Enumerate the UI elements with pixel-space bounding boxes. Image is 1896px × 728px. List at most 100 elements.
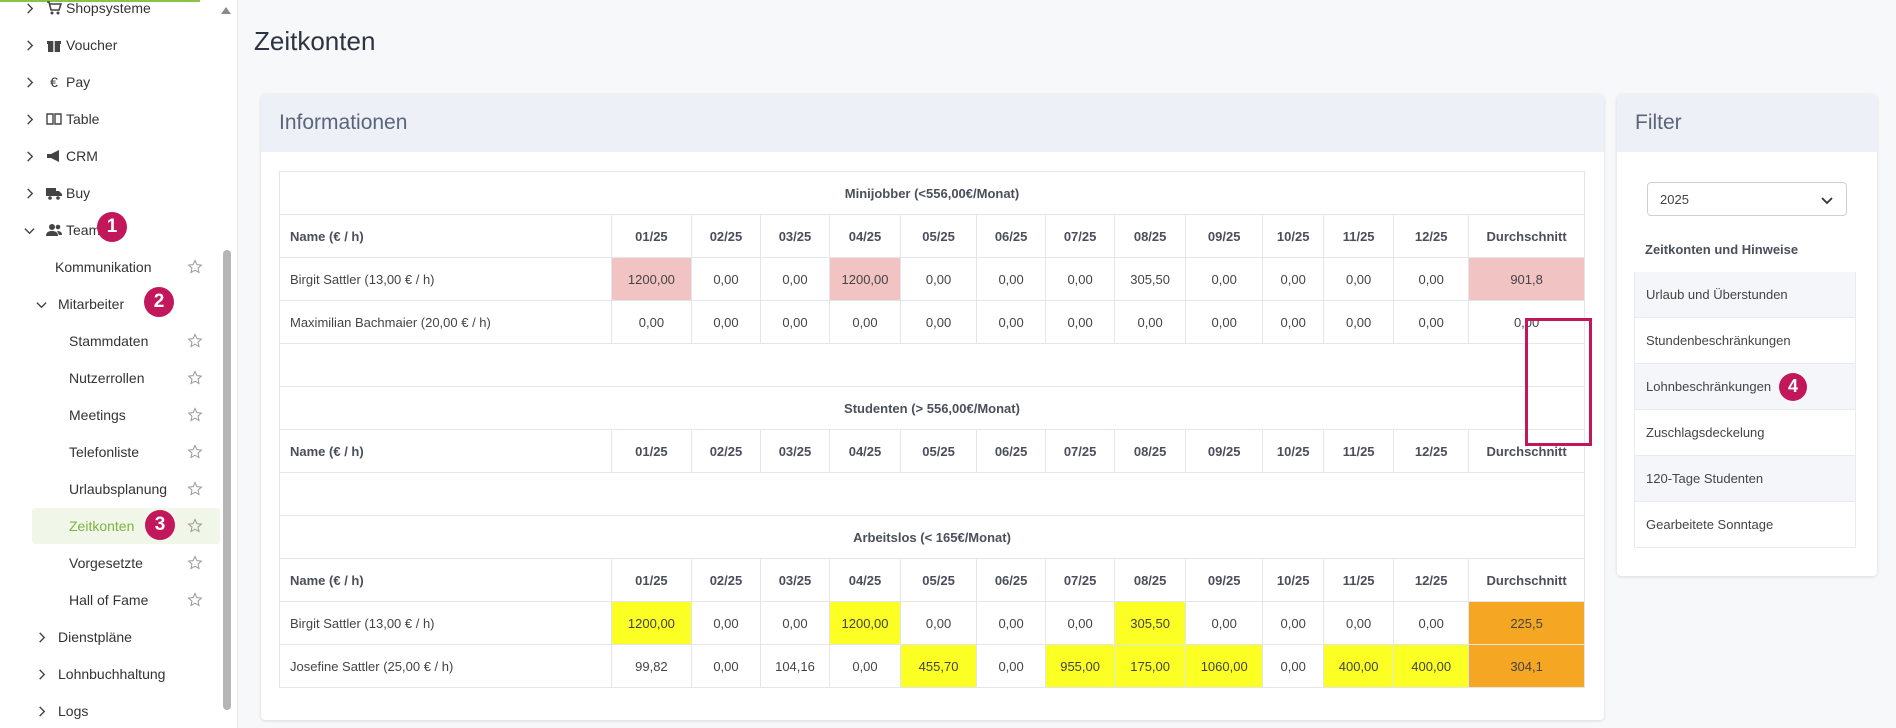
filter-item-stundenbeschraenkungen[interactable]: Stundenbeschränkungen xyxy=(1634,318,1856,364)
month-value: 0,00 xyxy=(976,257,1047,301)
header-row: Name (€ / h) 01/25 02/25 03/25 04/25 05/25 06/… xyxy=(279,558,1585,602)
chevron-right-icon xyxy=(22,38,36,52)
sidebar-item-label: Voucher xyxy=(66,37,118,53)
star-icon[interactable] xyxy=(187,370,203,386)
year-select[interactable]: 2025 xyxy=(1647,182,1847,216)
filter-item-zuschlagsdeckelung[interactable]: Zuschlagsdeckelung xyxy=(1634,410,1856,456)
sidebar-item-nutzerrollen[interactable]: Nutzerrollen xyxy=(69,363,144,393)
column-header-month: 08/25 xyxy=(1114,429,1187,473)
star-icon[interactable] xyxy=(187,259,203,275)
section-title-row: Studenten (> 556,00€/Monat) xyxy=(279,386,1585,430)
chevron-down-icon xyxy=(34,297,48,311)
employee-name: Birgit Sattler (13,00 € / h) xyxy=(279,601,612,645)
star-icon[interactable] xyxy=(187,444,203,460)
month-value: 0,00 xyxy=(1185,257,1264,301)
sidebar-item-shopsysteme[interactable]: Shopsysteme xyxy=(22,0,151,23)
informationen-title: Informationen xyxy=(261,94,1604,152)
column-header-name: Name (€ / h) xyxy=(279,429,612,473)
column-header-average: Durchschnitt xyxy=(1468,214,1585,258)
star-icon[interactable] xyxy=(187,481,203,497)
month-value: 0,00 xyxy=(690,601,761,645)
section-title-row: Arbeitslos (< 165€/Monat) xyxy=(279,515,1585,559)
sidebar-item-team[interactable]: Team xyxy=(22,215,100,245)
month-value: 0,00 xyxy=(1045,257,1116,301)
sidebar-item-kommunikation[interactable]: Kommunikation xyxy=(55,252,152,282)
sidebar-item-urlaubsplanung[interactable]: Urlaubsplanung xyxy=(69,474,167,504)
cart-icon xyxy=(46,0,62,16)
column-header-month: 10/25 xyxy=(1262,558,1325,602)
sidebar-item-mitarbeiter[interactable]: Mitarbeiter xyxy=(34,289,124,319)
month-value: 0,00 xyxy=(690,644,761,688)
sidebar-item-zeitkonten[interactable]: Zeitkonten xyxy=(69,511,134,541)
column-header-month: 11/25 xyxy=(1323,429,1395,473)
month-value: 305,50 xyxy=(1114,257,1187,301)
star-icon[interactable] xyxy=(187,333,203,349)
column-header-month: 04/25 xyxy=(828,558,902,602)
filter-item-zeitkonten-und-hinweise[interactable]: Zeitkonten und Hinweise xyxy=(1634,226,1856,272)
month-value: 400,00 xyxy=(1393,644,1470,688)
filter-item-gearbeitete-sonntage[interactable]: Gearbeitete Sonntage xyxy=(1634,502,1856,548)
column-header-month: 08/25 xyxy=(1114,214,1187,258)
sidebar-item-pay[interactable]: € Pay xyxy=(22,67,90,97)
column-header-month: 04/25 xyxy=(828,214,902,258)
column-header-month: 01/25 xyxy=(610,429,692,473)
star-icon[interactable] xyxy=(187,592,203,608)
column-header-name: Name (€ / h) xyxy=(279,558,612,602)
sidebar-item-table[interactable]: Table xyxy=(22,104,99,134)
sidebar-item-stammdaten[interactable]: Stammdaten xyxy=(69,326,148,356)
sidebar-item-label: Shopsysteme xyxy=(66,0,151,16)
megaphone-icon xyxy=(46,148,62,164)
star-icon[interactable] xyxy=(187,518,203,534)
table-row: Josefine Sattler (25,00 € / h) 99,82 0,00 1… xyxy=(279,644,1585,688)
filter-item-lohnbeschraenkungen[interactable]: Lohnbeschränkungen 4 xyxy=(1634,364,1856,410)
average-value: 225,5 xyxy=(1468,601,1585,645)
book-icon xyxy=(46,111,62,127)
sidebar-item-lohnbuchhaltung[interactable]: Lohnbuchhaltung xyxy=(34,659,165,689)
chevron-right-icon xyxy=(34,630,48,644)
truck-icon xyxy=(46,185,62,201)
sidebar-item-voucher[interactable]: Voucher xyxy=(22,30,117,60)
sidebar-item-vorgesetzte[interactable]: Vorgesetzte xyxy=(69,548,143,578)
month-value: 0,00 xyxy=(610,300,692,344)
column-header-month: 10/25 xyxy=(1262,429,1325,473)
column-header-month: 12/25 xyxy=(1393,214,1470,258)
column-header-month: 11/25 xyxy=(1323,558,1395,602)
filter-item-120-tage-studenten[interactable]: 120-Tage Studenten xyxy=(1634,456,1856,502)
sidebar-item-label: Table xyxy=(66,111,100,127)
filter-item-urlaub-und-ueberstunden[interactable]: Urlaub und Überstunden xyxy=(1634,272,1856,318)
column-header-month: 12/25 xyxy=(1393,429,1470,473)
sidebar-item-hall-of-fame[interactable]: Hall of Fame xyxy=(69,585,148,615)
header-row: Name (€ / h) 01/25 02/25 03/25 04/25 05/25 06/… xyxy=(279,214,1585,258)
month-value: 1200,00 xyxy=(610,601,692,645)
table-row: Birgit Sattler (13,00 € / h) 1200,00 0,00 0… xyxy=(279,601,1585,645)
chevron-right-icon xyxy=(34,704,48,718)
sidebar-item-logs[interactable]: Logs xyxy=(34,696,88,726)
column-header-month: 02/25 xyxy=(690,558,761,602)
employee-name: Josefine Sattler (25,00 € / h) xyxy=(279,644,612,688)
filter-card: Filter 2025 Zeitkonten und Hinweise Urla… xyxy=(1617,94,1877,576)
header-row: Name (€ / h) 01/25 02/25 03/25 04/25 05/25 06/… xyxy=(279,429,1585,473)
month-value: 0,00 xyxy=(759,257,830,301)
chevron-down-icon xyxy=(1820,193,1834,207)
chevron-down-icon xyxy=(22,223,36,237)
star-icon[interactable] xyxy=(187,407,203,423)
month-value: 0,00 xyxy=(759,300,830,344)
star-icon[interactable] xyxy=(187,555,203,571)
sidebar-item-crm[interactable]: CRM xyxy=(22,141,98,171)
section-title: Arbeitslos (< 165€/Monat) xyxy=(279,515,1585,559)
sidebar-item-meetings[interactable]: Meetings xyxy=(69,400,126,430)
month-value: 0,00 xyxy=(900,300,978,344)
column-header-month: 09/25 xyxy=(1185,429,1264,473)
sidebar-item-telefonliste[interactable]: Telefonliste xyxy=(69,437,139,467)
highlight-box-10-25 xyxy=(1525,318,1592,446)
sidebar-item-dienstplaene[interactable]: Dienstpläne xyxy=(34,622,132,652)
month-value: 1200,00 xyxy=(828,601,902,645)
sidebar-item-buy[interactable]: Buy xyxy=(22,178,90,208)
sidebar-scrollbar[interactable] xyxy=(223,250,231,710)
scroll-up-arrow[interactable] xyxy=(220,2,232,14)
column-header-month: 05/25 xyxy=(900,429,978,473)
chevron-right-icon xyxy=(34,667,48,681)
sidebar-item-label: Mitarbeiter xyxy=(58,296,125,312)
month-value: 400,00 xyxy=(1323,644,1395,688)
month-value: 0,00 xyxy=(1323,601,1395,645)
